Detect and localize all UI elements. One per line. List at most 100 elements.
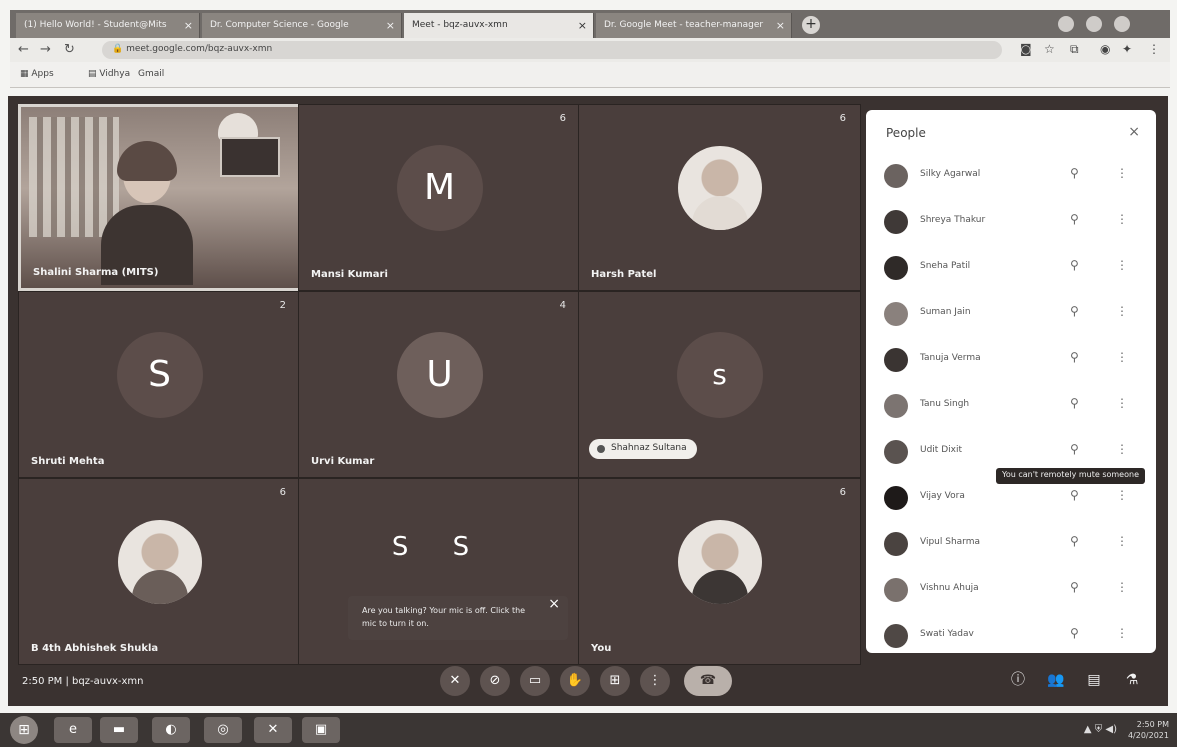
- more-vert-icon[interactable]: ⋮: [1116, 442, 1128, 456]
- participant-row[interactable]: Tanu Singh ⚲ ⋮: [880, 386, 1142, 426]
- participant-row[interactable]: Shreya Thakur ⚲ ⋮: [880, 202, 1142, 242]
- participant-row[interactable]: Tanuja Verma ⚲ ⋮: [880, 340, 1142, 380]
- bookmark-vidhya[interactable]: ▤ Vidhya: [88, 69, 130, 79]
- close-icon[interactable]: ×: [184, 19, 193, 32]
- reload-icon[interactable]: ↻: [64, 42, 75, 57]
- close-icon[interactable]: ×: [578, 19, 587, 32]
- more-vert-icon[interactable]: ⋮: [1116, 534, 1128, 548]
- end-call-icon: ☎: [699, 673, 717, 688]
- participant-row[interactable]: Suman Jain ⚲ ⋮: [880, 294, 1142, 334]
- participant-row[interactable]: Vipul Sharma ⚲ ⋮: [880, 524, 1142, 564]
- maximize-button[interactable]: [1086, 16, 1102, 32]
- pin-icon[interactable]: ⚲: [1070, 534, 1079, 548]
- more-vert-icon[interactable]: ⋮: [1116, 626, 1128, 640]
- system-tray[interactable]: ▲ ⛨ ◀): [1084, 724, 1117, 735]
- participant-tile[interactable]: s Shahnaz Sultana: [578, 291, 861, 478]
- presenter-chip[interactable]: Shahnaz Sultana: [589, 439, 697, 459]
- participant-tile[interactable]: S 2 Shruti Mehta: [18, 291, 301, 478]
- browser-tab[interactable]: Dr. Computer Science - Google ×: [202, 13, 402, 38]
- pin-icon[interactable]: ⚲: [1070, 350, 1079, 364]
- bookmark-gmail[interactable]: Gmail: [138, 69, 164, 79]
- participant-tile[interactable]: 6 B 4th Abhishek Shukla: [18, 478, 301, 665]
- chat-button[interactable]: ▤: [1082, 668, 1106, 692]
- meeting-details-button[interactable]: ⓘ: [1006, 668, 1030, 692]
- participant-row[interactable]: Silky Agarwal ⚲ ⋮: [880, 156, 1142, 196]
- participant-row[interactable]: Vishnu Ahuja ⚲ ⋮: [880, 570, 1142, 610]
- camera-icon[interactable]: ◙: [1020, 42, 1032, 56]
- participant-tile[interactable]: Shalini Sharma (MITS): [18, 104, 301, 291]
- participant-name: Harsh Patel: [591, 269, 657, 280]
- pin-icon[interactable]: ⚲: [1070, 212, 1079, 226]
- menu-icon[interactable]: ⋮: [1148, 42, 1160, 56]
- close-window-button[interactable]: [1114, 16, 1130, 32]
- bookmarks-bar: ▦ Apps ▤ Vidhya Gmail: [10, 62, 1170, 88]
- more-vert-icon[interactable]: ⋮: [1116, 166, 1128, 180]
- forward-icon[interactable]: →: [40, 42, 51, 57]
- extension-icon[interactable]: ⧉: [1070, 42, 1079, 57]
- participant-row[interactable]: Udit Dixit ⚲ ⋮: [880, 432, 1142, 472]
- more-vert-icon[interactable]: ⋮: [1116, 350, 1128, 364]
- participant-tile[interactable]: U 4 Urvi Kumar: [298, 291, 581, 478]
- close-icon[interactable]: ×: [386, 19, 395, 32]
- more-vert-icon[interactable]: ⋮: [1116, 488, 1128, 502]
- pin-icon[interactable]: ⚲: [1070, 580, 1079, 594]
- participant-name: Mansi Kumari: [311, 269, 388, 280]
- taskbar-app[interactable]: ▬: [100, 717, 138, 743]
- activities-button[interactable]: ⚗: [1120, 668, 1144, 692]
- participant-tile[interactable]: 6 Harsh Patel: [578, 104, 861, 291]
- more-vert-icon[interactable]: ⋮: [1116, 396, 1128, 410]
- audio-indicator: 6: [279, 487, 286, 498]
- new-tab-button[interactable]: +: [802, 16, 820, 34]
- back-icon[interactable]: ←: [18, 42, 29, 57]
- leave-call-button[interactable]: ☎: [684, 666, 732, 696]
- captions-button[interactable]: ▭: [520, 666, 550, 696]
- pin-icon[interactable]: ⚲: [1070, 396, 1079, 410]
- pin-icon[interactable]: ⚲: [1070, 166, 1079, 180]
- more-vert-icon[interactable]: ⋮: [1116, 304, 1128, 318]
- start-button[interactable]: ⊞: [10, 716, 38, 744]
- mic-button[interactable]: ✕: [440, 666, 470, 696]
- participant-name: Vishnu Ahuja: [920, 583, 979, 593]
- firefox-icon: ◐: [165, 722, 177, 737]
- taskbar-app[interactable]: e: [54, 717, 92, 743]
- taskbar-app[interactable]: ◎: [204, 717, 242, 743]
- more-vert-icon[interactable]: ⋮: [1116, 580, 1128, 594]
- browser-tab-active[interactable]: Meet - bqz-auvx-xmn ×: [404, 13, 594, 38]
- taskbar-app[interactable]: ▣: [302, 717, 340, 743]
- browser-tab[interactable]: Dr. Google Meet - teacher-manager ×: [596, 13, 792, 38]
- tab-title: (1) Hello World! - Student@Mits: [24, 20, 167, 30]
- profile-icon[interactable]: ◉: [1100, 42, 1110, 56]
- participant-row[interactable]: Vijay Vora ⚲ ⋮: [880, 478, 1142, 518]
- meeting-code: bqz-auvx-xmn: [72, 676, 144, 687]
- pin-icon[interactable]: ⚲: [1070, 626, 1079, 640]
- audio-indicator: 4: [559, 300, 566, 311]
- minimize-button[interactable]: [1058, 16, 1074, 32]
- more-vert-icon[interactable]: ⋮: [1116, 258, 1128, 272]
- star-icon[interactable]: ☆: [1044, 42, 1055, 56]
- pin-icon[interactable]: ⚲: [1070, 258, 1079, 272]
- address-bar[interactable]: 🔒 meet.google.com/bqz-auvx-xmn: [102, 41, 1002, 59]
- more-options-button[interactable]: ⋮: [640, 666, 670, 696]
- close-icon[interactable]: ×: [548, 597, 560, 611]
- bookmark-apps[interactable]: ▦ Apps: [20, 69, 54, 79]
- pin-icon[interactable]: ⚲: [1070, 304, 1079, 318]
- close-icon[interactable]: ×: [776, 19, 785, 32]
- taskbar-app[interactable]: ◐: [152, 717, 190, 743]
- more-vert-icon[interactable]: ⋮: [1116, 212, 1128, 226]
- people-button[interactable]: 👥: [1044, 668, 1068, 692]
- browser-tab[interactable]: (1) Hello World! - Student@Mits ×: [16, 13, 200, 38]
- participant-row[interactable]: Swati Yadav ⚲ ⋮: [880, 616, 1142, 656]
- camera-button[interactable]: ⊘: [480, 666, 510, 696]
- close-icon[interactable]: ×: [1128, 124, 1140, 140]
- taskbar-app[interactable]: ✕: [254, 717, 292, 743]
- pin-icon[interactable]: ⚲: [1070, 488, 1079, 502]
- raise-hand-button[interactable]: ✋: [560, 666, 590, 696]
- participant-row[interactable]: Sneha Patil ⚲ ⋮: [880, 248, 1142, 288]
- extension-icon[interactable]: ✦: [1122, 42, 1132, 56]
- participant-tile-self[interactable]: 6 You: [578, 478, 861, 665]
- clock[interactable]: 2:50 PM 4/20/2021: [1128, 719, 1169, 741]
- participant-tile[interactable]: M 6 Mansi Kumari: [298, 104, 581, 291]
- pin-icon[interactable]: ⚲: [1070, 442, 1079, 456]
- present-button[interactable]: ⊞: [600, 666, 630, 696]
- camera-off-icon: ⊘: [489, 673, 501, 688]
